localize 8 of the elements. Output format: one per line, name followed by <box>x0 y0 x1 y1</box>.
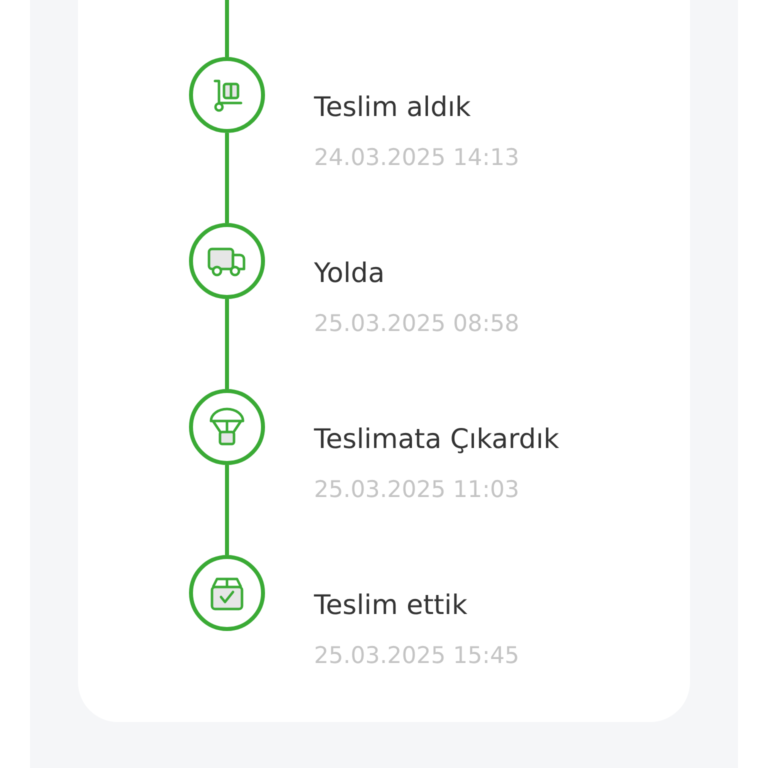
status-date: 24.03.2025 14:13 <box>314 144 520 173</box>
status-title: Teslim ettik <box>314 589 468 623</box>
status-title: Yolda <box>314 257 385 291</box>
status-date: 25.03.2025 08:58 <box>314 310 520 339</box>
status-date: 25.03.2025 15:45 <box>314 642 520 671</box>
status-title: Teslim aldık <box>314 91 471 125</box>
status-date: 25.03.2025 11:03 <box>314 476 520 505</box>
status-title: Teslimata Çıkardık <box>314 423 560 457</box>
